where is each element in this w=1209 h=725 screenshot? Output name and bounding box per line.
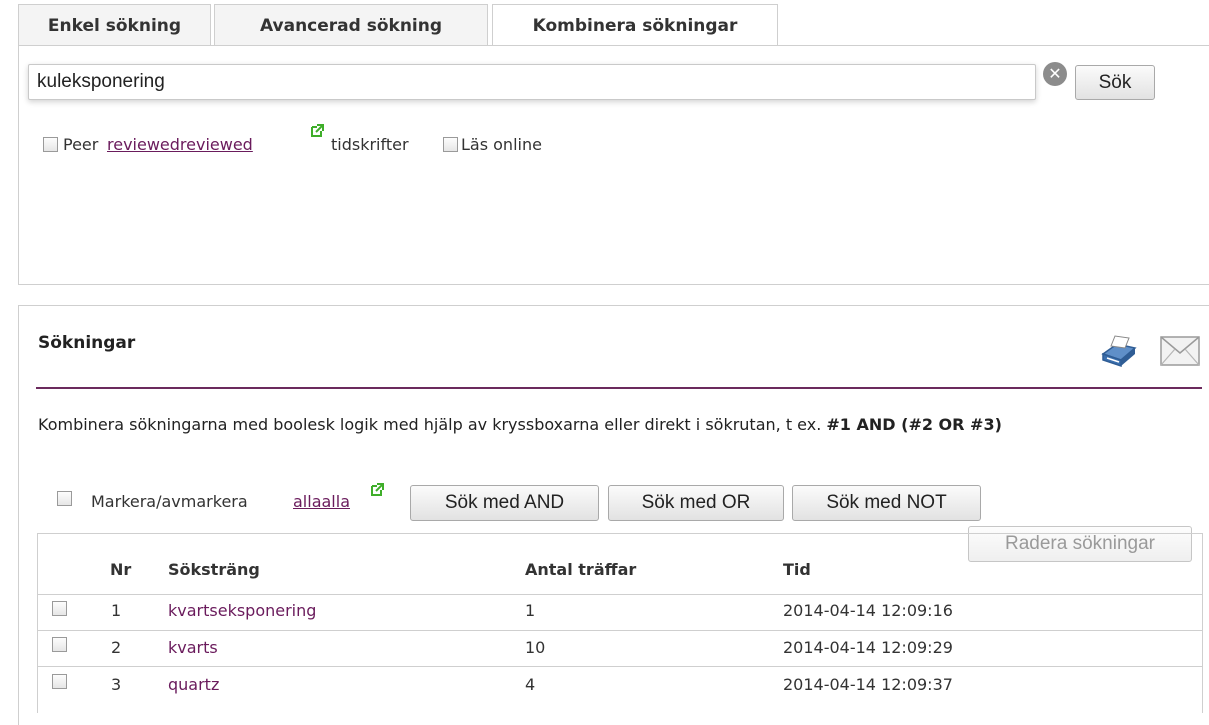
column-header-query: Söksträng [168,560,260,579]
search-and-button[interactable]: Sök med AND [410,485,599,521]
row-time: 2014-04-14 12:09:29 [783,638,953,657]
peer-suffix-label: tidskrifter [331,135,409,154]
searches-description: Kombinera sökningarna med boolesk logik … [38,413,1188,436]
description-example: #1 AND (#2 OR #3) [826,415,1002,434]
read-online-checkbox[interactable] [443,137,458,152]
row-hits: 4 [525,675,536,694]
clear-search-icon[interactable]: ✕ [1043,62,1067,86]
peer-prefix-label: Peer [63,135,99,154]
search-button[interactable]: Sök [1075,65,1155,100]
printer-icon[interactable] [1097,332,1139,370]
search-or-button[interactable]: Sök med OR [608,485,784,521]
row-time: 2014-04-14 12:09:16 [783,601,953,620]
row-query-link[interactable]: kvarts [168,638,218,657]
row-checkbox[interactable] [52,674,67,689]
row-query-link[interactable]: quartz [168,675,219,694]
column-header-hits: Antal träffar [525,560,637,579]
select-all-label: Markera/avmarkera [91,492,248,511]
envelope-icon[interactable] [1159,334,1201,368]
row-nr: 1 [111,601,122,620]
section-divider [36,387,1202,389]
select-all-checkbox[interactable] [57,491,72,506]
peer-reviewed-checkbox[interactable] [43,137,58,152]
row-divider [37,630,1203,631]
column-header-nr: Nr [110,560,132,579]
row-time: 2014-04-14 12:09:37 [783,675,953,694]
read-online-label: Läs online [461,135,542,154]
row-hits: 1 [525,601,536,620]
external-link-icon [311,124,324,137]
search-not-button[interactable]: Sök med NOT [792,485,981,521]
row-divider [37,594,1203,595]
row-checkbox[interactable] [52,637,67,652]
row-hits: 10 [525,638,546,657]
select-all-link[interactable]: allaalla [293,492,350,511]
peer-reviewed-link[interactable]: reviewedreviewed [107,135,253,154]
searches-title: Sökningar [38,333,136,353]
row-checkbox[interactable] [52,601,67,616]
description-text: Kombinera sökningarna med boolesk logik … [38,415,827,434]
row-nr: 3 [111,675,122,694]
search-input[interactable] [28,64,1036,100]
external-link-icon [371,483,384,496]
row-nr: 2 [111,638,122,657]
row-divider [37,666,1203,667]
tab-combine-searches[interactable]: Kombinera sökningar [492,4,778,47]
column-header-time: Tid [783,560,811,579]
row-query-link[interactable]: kvartseksponering [168,601,316,620]
tab-advanced-search[interactable]: Avancerad sökning [214,4,488,46]
tab-simple-search[interactable]: Enkel sökning [18,4,211,46]
